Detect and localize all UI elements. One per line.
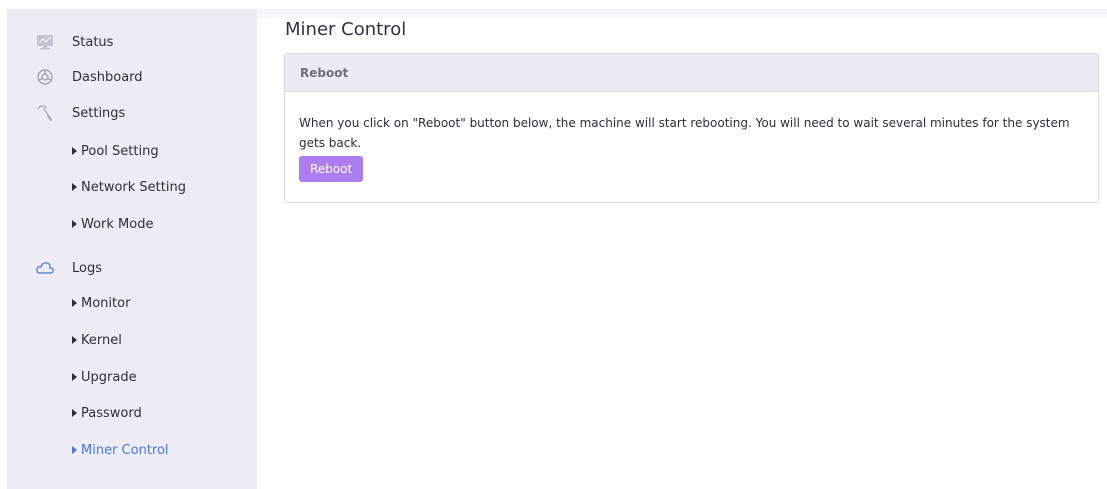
- caret-right-icon: [72, 409, 77, 417]
- sidebar-item-kernel[interactable]: Kernel: [72, 329, 122, 351]
- monitor-icon: [35, 32, 55, 52]
- sidebar: Status Dashboard Settings Pool Setting N…: [7, 9, 257, 489]
- wrench-icon: [35, 103, 55, 123]
- caret-right-icon: [72, 336, 77, 344]
- sidebar-subitem-label: Miner Control: [81, 442, 169, 458]
- caret-right-icon: [72, 220, 77, 228]
- top-bar: [257, 9, 1107, 18]
- caret-right-icon: [72, 183, 77, 191]
- sidebar-item-pool-setting[interactable]: Pool Setting: [72, 140, 159, 162]
- sidebar-subitem-label: Password: [81, 405, 142, 421]
- reboot-description: When you click on "Reboot" button below,…: [299, 116, 1070, 150]
- sidebar-item-upgrade[interactable]: Upgrade: [72, 366, 137, 388]
- sidebar-item-label: Logs: [72, 260, 102, 276]
- caret-right-icon: [72, 299, 77, 307]
- sidebar-item-label: Status: [72, 34, 114, 50]
- sidebar-item-label: Settings: [72, 105, 126, 121]
- sidebar-subitem-label: Work Mode: [81, 216, 154, 232]
- page-title: Miner Control: [285, 19, 407, 40]
- sidebar-item-miner-control[interactable]: Miner Control: [72, 439, 169, 461]
- reboot-card: Reboot When you click on "Reboot" button…: [284, 53, 1099, 203]
- sidebar-item-label: Dashboard: [72, 69, 143, 85]
- caret-right-icon: [72, 373, 77, 381]
- sidebar-subitem-label: Monitor: [81, 295, 131, 311]
- sidebar-subitem-label: Network Setting: [81, 179, 186, 195]
- card-body: When you click on "Reboot" button below,…: [285, 92, 1098, 182]
- cloud-icon: [35, 258, 55, 278]
- sidebar-subitem-label: Upgrade: [81, 369, 137, 385]
- sidebar-item-password[interactable]: Password: [72, 402, 142, 424]
- caret-right-icon: [72, 446, 77, 454]
- card-header: Reboot: [285, 54, 1098, 92]
- reboot-button[interactable]: Reboot: [299, 156, 364, 182]
- sidebar-item-network-setting[interactable]: Network Setting: [72, 176, 186, 198]
- sidebar-subitem-label: Kernel: [81, 332, 122, 348]
- caret-right-icon: [72, 147, 77, 155]
- sidebar-item-monitor[interactable]: Monitor: [72, 292, 130, 314]
- sidebar-item-work-mode[interactable]: Work Mode: [72, 213, 153, 235]
- dashboard-icon: [35, 67, 55, 87]
- app: Status Dashboard Settings Pool Setting N…: [0, 0, 1107, 489]
- sidebar-subitem-label: Pool Setting: [81, 143, 159, 159]
